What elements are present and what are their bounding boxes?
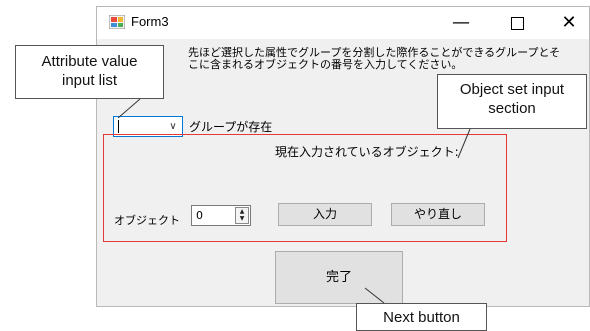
- attribute-pointer-line: [117, 98, 141, 119]
- object-pointer-line: [457, 128, 471, 159]
- attribute-callout-line-2: input list: [61, 72, 118, 89]
- object-callout-line-2: section: [488, 100, 536, 117]
- object-callout-line-1: Object set input: [459, 81, 565, 98]
- next-pointer-line: [364, 287, 385, 304]
- attribute-value-callout: Attribute value input list: [15, 45, 164, 99]
- attribute-callout-line-1: Attribute value: [41, 53, 138, 70]
- next-button-callout: Next button: [356, 303, 487, 331]
- object-set-callout: Object set input section: [437, 74, 587, 129]
